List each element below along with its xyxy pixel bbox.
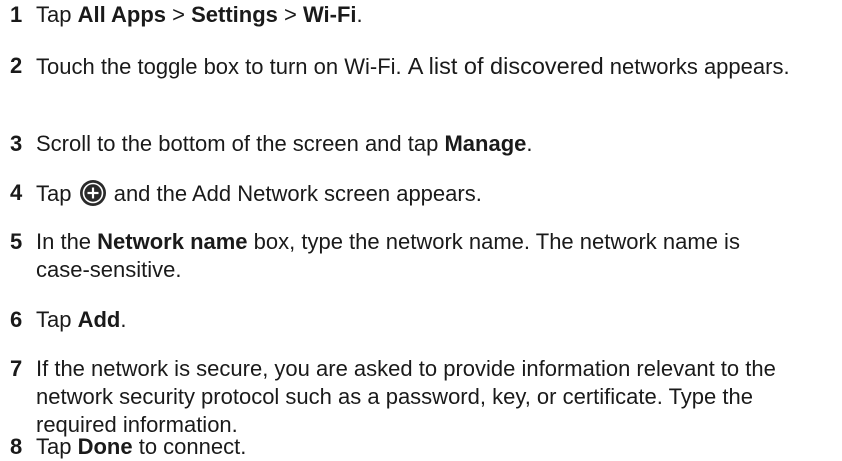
step-number: 7 xyxy=(10,356,23,381)
step-number: 5 xyxy=(10,229,23,254)
step-number: 4 xyxy=(10,180,23,205)
step-8: 8 Tap Done to connect. xyxy=(10,433,842,461)
step-7: 7 If the network is secure, you are aske… xyxy=(10,355,836,439)
step-1: 1 Tap All Apps > Settings > Wi-Fi. xyxy=(10,1,842,29)
step-3: 3 Scroll to the bottom of the screen and… xyxy=(10,130,842,158)
step-text: Tap Done to connect. xyxy=(36,434,247,459)
step-text: Scroll to the bottom of the screen and t… xyxy=(36,131,533,156)
step-text: If the network is secure, you are asked … xyxy=(36,356,776,437)
step-text: Tap Add. xyxy=(36,307,127,332)
step-5: 5 In the Network name box, type the netw… xyxy=(10,228,796,284)
step-number: 3 xyxy=(10,131,23,156)
step-text: In the Network name box, type the networ… xyxy=(36,229,740,282)
step-4: 4 Tap and the Add Network screen appears… xyxy=(10,179,842,208)
step-2: 2 Touch the toggle box to turn on Wi-Fi.… xyxy=(10,52,842,81)
step-text: Touch the toggle box to turn on Wi-Fi. A… xyxy=(36,53,790,79)
step-6: 6 Tap Add. xyxy=(10,306,842,334)
step-text: Tap and the Add Network screen appears. xyxy=(36,179,482,207)
add-circle-icon xyxy=(79,179,107,207)
step-number: 8 xyxy=(10,434,23,459)
step-text: Tap All Apps > Settings > Wi-Fi. xyxy=(36,2,363,27)
step-number: 2 xyxy=(10,53,23,78)
step-number: 6 xyxy=(10,307,23,332)
step-number: 1 xyxy=(10,2,23,27)
